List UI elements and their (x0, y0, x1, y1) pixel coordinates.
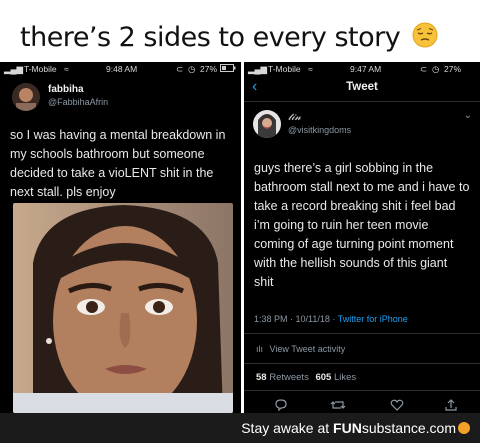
signal-icon: ▂▄▆ (248, 64, 268, 74)
tweet-line: my schools bathroom but someone (10, 147, 205, 161)
brand-name-rest: substance (361, 420, 426, 436)
reply-icon[interactable] (274, 398, 288, 413)
activity-icon: ılı (256, 344, 264, 354)
like-label[interactable]: Likes (334, 372, 356, 383)
tweet-text: so I was having a mental breakdown in my… (10, 126, 225, 202)
header-divider (244, 101, 480, 102)
like-icon[interactable] (390, 398, 404, 413)
username[interactable]: @visitkingdoms (288, 125, 351, 135)
avatar[interactable] (12, 83, 40, 111)
status-bar: ▂▄▆ T-Mobile ≈ 9:48 AM ⊂ ◷ 27% (0, 62, 241, 76)
carrier-label: T-Mobile (268, 64, 301, 74)
tweet-line: so I was having a mental breakdown in (10, 128, 226, 142)
tweet-line: i’m going to ruin her teen movie (254, 218, 429, 232)
tweet-photo[interactable] (13, 203, 233, 413)
tweet-line: next stall. pls enjoy (10, 185, 116, 199)
clock-label: 9:47 AM (350, 64, 382, 74)
tweet-line: decided to take a vioLENT shit in the (10, 166, 214, 180)
engagement-stats: 58 Retweets 605 Likes (256, 372, 356, 383)
tweet-line: guys there’s a girl sobbing in the (254, 161, 434, 175)
chevron-down-icon[interactable]: ⌄ (464, 110, 472, 121)
battery-label: 27% (200, 64, 218, 74)
caption-text: there’s 2 sides to every story (20, 22, 438, 55)
battery-icon (220, 64, 236, 74)
status-bar: ▂▄▆ T-Mobile ≈ 9:47 AM ⊂ ◷ 27% (244, 62, 480, 76)
page-title: Tweet (346, 81, 378, 93)
brand-logo-icon (458, 422, 470, 434)
tweet-line: take a record breaking shit i feel bad (254, 199, 456, 213)
caption-label: there’s 2 sides to every story (20, 22, 401, 53)
brand-name: FUN (333, 420, 362, 436)
retweet-label[interactable]: Retweets (269, 372, 309, 383)
avatar[interactable] (253, 110, 281, 138)
tweet-text: guys there’s a girl sobbing in the bathr… (254, 159, 469, 292)
share-icon[interactable] (444, 398, 458, 413)
left-tweet-screenshot: ▂▄▆ T-Mobile ≈ 9:48 AM ⊂ ◷ 27% fabbiha @… (0, 62, 241, 413)
alarm-icon: ◷ (432, 64, 440, 74)
tweet-line: bathroom stall next to me and i have to (254, 180, 470, 194)
brand-suffix: .com (425, 420, 456, 436)
timestamp-text: 1:38 PM · 10/11/18 · (254, 314, 338, 324)
username[interactable]: @FabbihaAfrin (48, 97, 108, 107)
display-name[interactable]: 𝓉𝒾𝓃 (288, 112, 301, 123)
tweet-line: coming of age turning point moment (254, 237, 454, 251)
wifi-icon: ≈ (308, 64, 313, 74)
activity-divider (244, 363, 480, 364)
site-watermark: Stay awake at FUNsubstance.com (0, 413, 480, 443)
view-activity-row[interactable]: ılı View Tweet activity (256, 344, 345, 354)
stats-divider (244, 390, 480, 391)
meme-caption: there’s 2 sides to every story (0, 0, 480, 60)
meta-divider (244, 333, 480, 334)
view-activity-link[interactable]: View Tweet activity (270, 344, 346, 354)
retweet-icon[interactable] (330, 398, 346, 413)
tweet-line: shit (254, 275, 274, 289)
retweet-count: 58 (256, 372, 267, 383)
pensive-emoji-icon (412, 22, 438, 55)
battery-label: 27% (444, 64, 462, 74)
right-tweet-screenshot: ▂▄▆ T-Mobile ≈ 9:47 AM ⊂ ◷ 27% ‹ Tweet 𝓉… (244, 62, 480, 413)
alarm-icon: ◷ (188, 64, 196, 74)
like-count: 605 (315, 372, 332, 383)
tweet-timestamp: 1:38 PM · 10/11/18 · Twitter for iPhone (254, 314, 408, 324)
signal-icon: ▂▄▆ (4, 64, 24, 74)
carrier-label: T-Mobile (24, 64, 57, 74)
watermark-text: Stay awake at FUNsubstance.com (241, 420, 470, 436)
location-icon: ⊂ (176, 64, 184, 74)
display-name[interactable]: fabbiha (48, 84, 84, 95)
clock-label: 9:48 AM (106, 64, 138, 74)
tweet-line: with the hellish sounds of this giant (254, 256, 448, 270)
source-link[interactable]: Twitter for iPhone (338, 314, 408, 324)
wifi-icon: ≈ (64, 64, 69, 74)
action-bar (244, 398, 480, 413)
watermark-prefix: Stay awake at (241, 420, 334, 436)
location-icon: ⊂ (420, 64, 428, 74)
